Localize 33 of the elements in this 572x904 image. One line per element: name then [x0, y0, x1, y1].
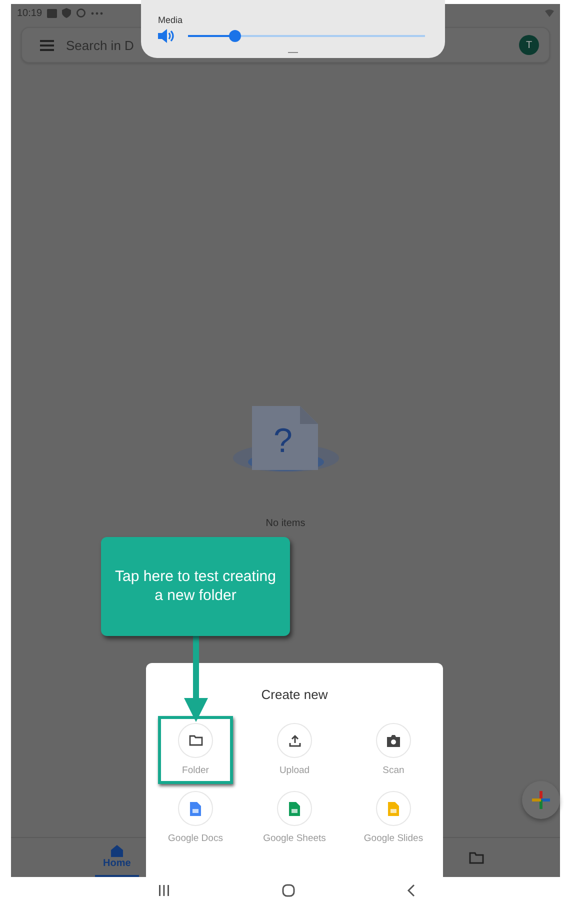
sheet-title: Create new — [261, 687, 328, 702]
panel-handle[interactable] — [288, 52, 298, 53]
spreadsheet-icon — [289, 802, 300, 816]
home-icon — [110, 844, 123, 856]
home-icon[interactable] — [282, 884, 294, 897]
wifi-icon — [545, 9, 554, 17]
speaker-icon[interactable] — [158, 29, 176, 43]
shield-icon — [62, 8, 72, 18]
nav-tab[interactable]: Home — [95, 838, 139, 877]
status-time: 10:19 — [17, 8, 42, 18]
empty-message: No items — [266, 518, 306, 528]
plus-icon — [532, 791, 550, 809]
create-option[interactable]: Google Slides — [356, 784, 431, 852]
folder-icon — [188, 735, 202, 746]
create-option[interactable]: Upload — [257, 716, 332, 784]
account-avatar[interactable]: T — [519, 35, 539, 55]
menu-icon[interactable] — [40, 40, 54, 50]
upload-icon — [288, 734, 300, 746]
more-icon — [91, 12, 104, 14]
callout: Tap here to test creating a new folder — [101, 537, 290, 636]
create-option[interactable]: Google Sheets — [257, 784, 332, 852]
document-icon — [190, 802, 201, 816]
folder-icon — [469, 852, 484, 864]
volume-label: Media — [158, 15, 184, 25]
recents-icon[interactable] — [158, 885, 170, 896]
create-option[interactable]: Scan — [356, 716, 431, 784]
slides-icon — [388, 802, 399, 816]
create-option[interactable]: Google Docs — [158, 784, 233, 852]
back-icon[interactable] — [406, 884, 414, 897]
image-icon — [47, 8, 58, 18]
timer-icon — [76, 8, 86, 18]
camera-icon — [387, 734, 400, 746]
create-option[interactable]: Folder — [158, 716, 233, 784]
